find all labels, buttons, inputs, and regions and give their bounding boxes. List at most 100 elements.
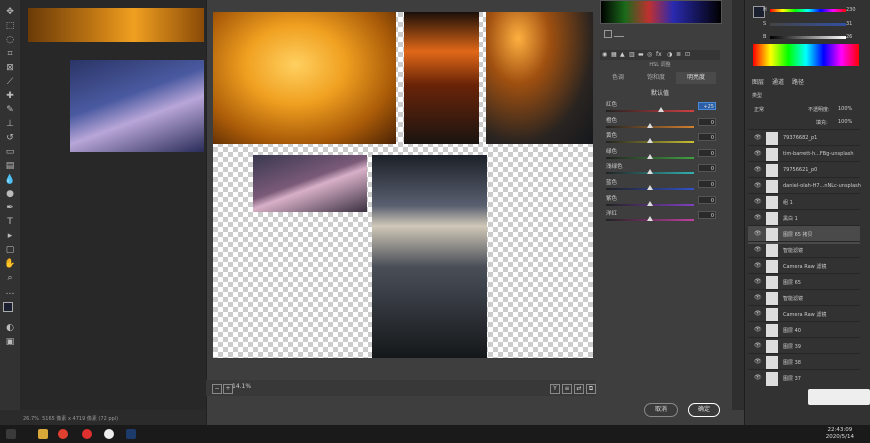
visibility-eye-icon[interactable]: 👁 [754,183,762,189]
visibility-eye-icon[interactable]: 👁 [754,167,762,173]
tab-paths[interactable]: 路径 [792,77,804,86]
type-tool-icon[interactable]: T [4,216,16,228]
slider-thumb[interactable] [647,169,653,175]
crop-tool-icon[interactable]: ⌗ [4,48,16,60]
calibration-icon[interactable]: ◑ [667,51,672,58]
foreground-color-swatch[interactable] [3,302,13,312]
visibility-eye-icon[interactable]: 👁 [754,279,762,285]
slider-value[interactable]: 0 [698,148,716,157]
slider-thumb[interactable] [647,216,653,222]
visibility-eye-icon[interactable]: 👁 [754,359,762,365]
tab-hue[interactable]: 色调 [600,72,636,84]
basic-panel-icon[interactable]: ◉ [602,51,607,58]
visibility-eye-icon[interactable]: 👁 [754,343,762,349]
more-tools-icon[interactable]: … [4,286,16,298]
color-spectrum[interactable] [753,44,859,66]
zoom-tool-icon[interactable]: ⌕ [4,272,16,284]
slider-thumb[interactable] [647,200,653,206]
zoom-out-icon[interactable]: − [212,384,222,394]
slider-value[interactable]: 0 [698,164,716,173]
slider-value[interactable]: 0 [698,133,716,142]
snapshots-icon[interactable]: ⊡ [685,51,690,58]
blur-tool-icon[interactable]: 💧 [4,174,16,186]
lens-icon[interactable]: ◎ [647,51,652,58]
screen-mode-icon[interactable]: ▣ [4,336,16,348]
visibility-eye-icon[interactable]: 👁 [754,375,762,381]
preview-toggle-icon[interactable]: Y [550,384,560,394]
slider-value[interactable]: 0 [698,117,716,126]
hand-tool-icon[interactable]: ✋ [4,258,16,270]
slider-thumb[interactable] [647,122,653,128]
move-tool-icon[interactable]: ✥ [4,6,16,18]
tab-channels[interactable]: 通道 [772,77,784,86]
crop-icon[interactable] [604,30,612,38]
visibility-eye-icon[interactable]: 👁 [754,295,762,301]
slider-thumb[interactable] [647,138,653,144]
color-value-b[interactable]: 26 [846,34,852,40]
quick-mask-icon[interactable]: ◐ [4,322,16,334]
chrome-icon[interactable] [58,429,68,439]
slider-value[interactable]: 0 [698,180,716,188]
presets-icon[interactable]: ≣ [676,51,681,58]
layer-filter[interactable]: 类型 [752,92,762,99]
visibility-eye-icon[interactable]: 👁 [754,263,762,269]
visibility-eye-icon[interactable]: 👁 [754,327,762,333]
eraser-tool-icon[interactable]: ▭ [4,146,16,158]
slider-value[interactable]: 0 [698,195,716,204]
tab-layers[interactable]: 图层 [752,77,764,86]
lasso-tool-icon[interactable]: ◌ [4,34,16,46]
ok-button[interactable]: 确定 [688,403,720,417]
visibility-eye-icon[interactable]: 👁 [754,199,762,205]
zoom-value[interactable]: 14.1% [232,383,251,390]
slider-track[interactable] [606,110,694,112]
visibility-eye-icon[interactable]: 👁 [754,247,762,253]
visibility-eye-icon[interactable]: 👁 [754,215,762,221]
gradient-tool-icon[interactable]: ▤ [4,160,16,172]
blend-mode-select[interactable]: 正常 [754,106,764,113]
tab-saturation[interactable]: 饱和度 [636,72,676,84]
brightness-slider[interactable] [770,36,846,39]
visibility-eye-icon[interactable]: 👁 [754,135,762,141]
straighten-icon[interactable] [614,36,624,37]
color-value-s[interactable]: 31 [846,21,852,27]
visibility-eye-icon[interactable]: 👁 [754,311,762,317]
slider-thumb[interactable] [647,185,653,190]
slider-value[interactable]: 0 [698,211,716,220]
layer-row[interactable]: 👁 图层 37 [748,369,860,388]
hsl-icon[interactable]: ▥ [629,51,635,58]
windows-start-icon[interactable] [6,429,16,439]
frame-tool-icon[interactable]: ⊠ [4,62,16,74]
history-brush-icon[interactable]: ↺ [4,132,16,144]
app-icon-white[interactable] [104,429,114,439]
brush-tool-icon[interactable]: ✎ [4,104,16,116]
photoshop-icon[interactable] [126,429,136,439]
tone-curve-icon[interactable]: ▦ [611,51,617,58]
stamp-tool-icon[interactable]: ⊥ [4,118,16,130]
copy-settings-icon[interactable]: ⧉ [586,384,596,394]
visibility-eye-icon[interactable]: 👁 [754,231,762,237]
opacity-value[interactable]: 100% [838,106,852,112]
default-link[interactable]: 默认值 [600,88,720,97]
eyedropper-tool-icon[interactable]: ⟋ [4,76,16,88]
effects-icon[interactable]: fx [656,51,662,58]
detail-icon[interactable]: ▲ [620,51,625,58]
saturation-slider[interactable] [770,23,846,26]
marquee-tool-icon[interactable]: ⬚ [4,20,16,32]
color-value-h[interactable]: 230 [846,7,856,13]
swap-icon[interactable]: ⇄ [574,384,584,394]
cancel-button[interactable]: 取消 [644,403,678,417]
slider-thumb[interactable] [647,153,653,159]
path-select-icon[interactable]: ▸ [4,230,16,242]
dodge-tool-icon[interactable]: ● [4,188,16,200]
pen-tool-icon[interactable]: ✒ [4,202,16,214]
shape-tool-icon[interactable]: ▢ [4,244,16,256]
before-after-icon[interactable]: ≡ [562,384,572,394]
tab-luminance[interactable]: 明亮度 [676,72,716,84]
hue-slider[interactable] [770,9,846,12]
slider-thumb[interactable] [657,107,664,112]
healing-tool-icon[interactable]: ✚ [4,90,16,102]
split-toning-icon[interactable]: ▬ [638,51,644,58]
visibility-eye-icon[interactable]: 👁 [754,151,762,157]
slider-value[interactable]: +25 [698,102,716,110]
file-explorer-icon[interactable] [38,429,48,439]
